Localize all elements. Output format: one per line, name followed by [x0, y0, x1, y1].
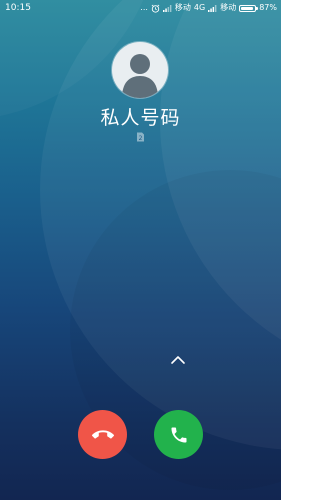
carrier-1-label: 移动	[174, 3, 191, 12]
answer-call-button[interactable]	[154, 410, 203, 459]
status-indicators: ... 移动 4G 移动 87%	[140, 0, 277, 16]
chevron-up-icon[interactable]	[170, 352, 186, 366]
person-silhouette-icon	[122, 54, 158, 98]
battery-icon	[239, 4, 259, 12]
carrier-2-label: 移动	[220, 3, 237, 12]
status-dots: ...	[140, 3, 148, 12]
avatar	[112, 42, 168, 98]
sim-2-icon: 2	[137, 132, 144, 142]
signal-strength-icon	[208, 5, 217, 12]
battery-fill	[241, 6, 253, 10]
phone-hangup-icon	[91, 429, 114, 439]
sim-label: 2	[139, 135, 143, 142]
battery-percent: 87%	[259, 3, 277, 12]
signal-strength-icon	[162, 5, 172, 12]
network-type-label: 4G	[193, 3, 206, 12]
decline-call-button[interactable]	[78, 410, 127, 459]
incoming-call-screen: 10:15 ... 移动 4G 移动 87% 私人号码 2	[0, 0, 281, 500]
status-bar: 10:15 ... 移动 4G 移动 87%	[0, 0, 281, 16]
alarm-clock-icon	[151, 4, 160, 13]
status-time: 10:15	[5, 3, 31, 13]
caller-name: 私人号码	[100, 107, 181, 129]
phone-answer-icon	[171, 427, 186, 442]
